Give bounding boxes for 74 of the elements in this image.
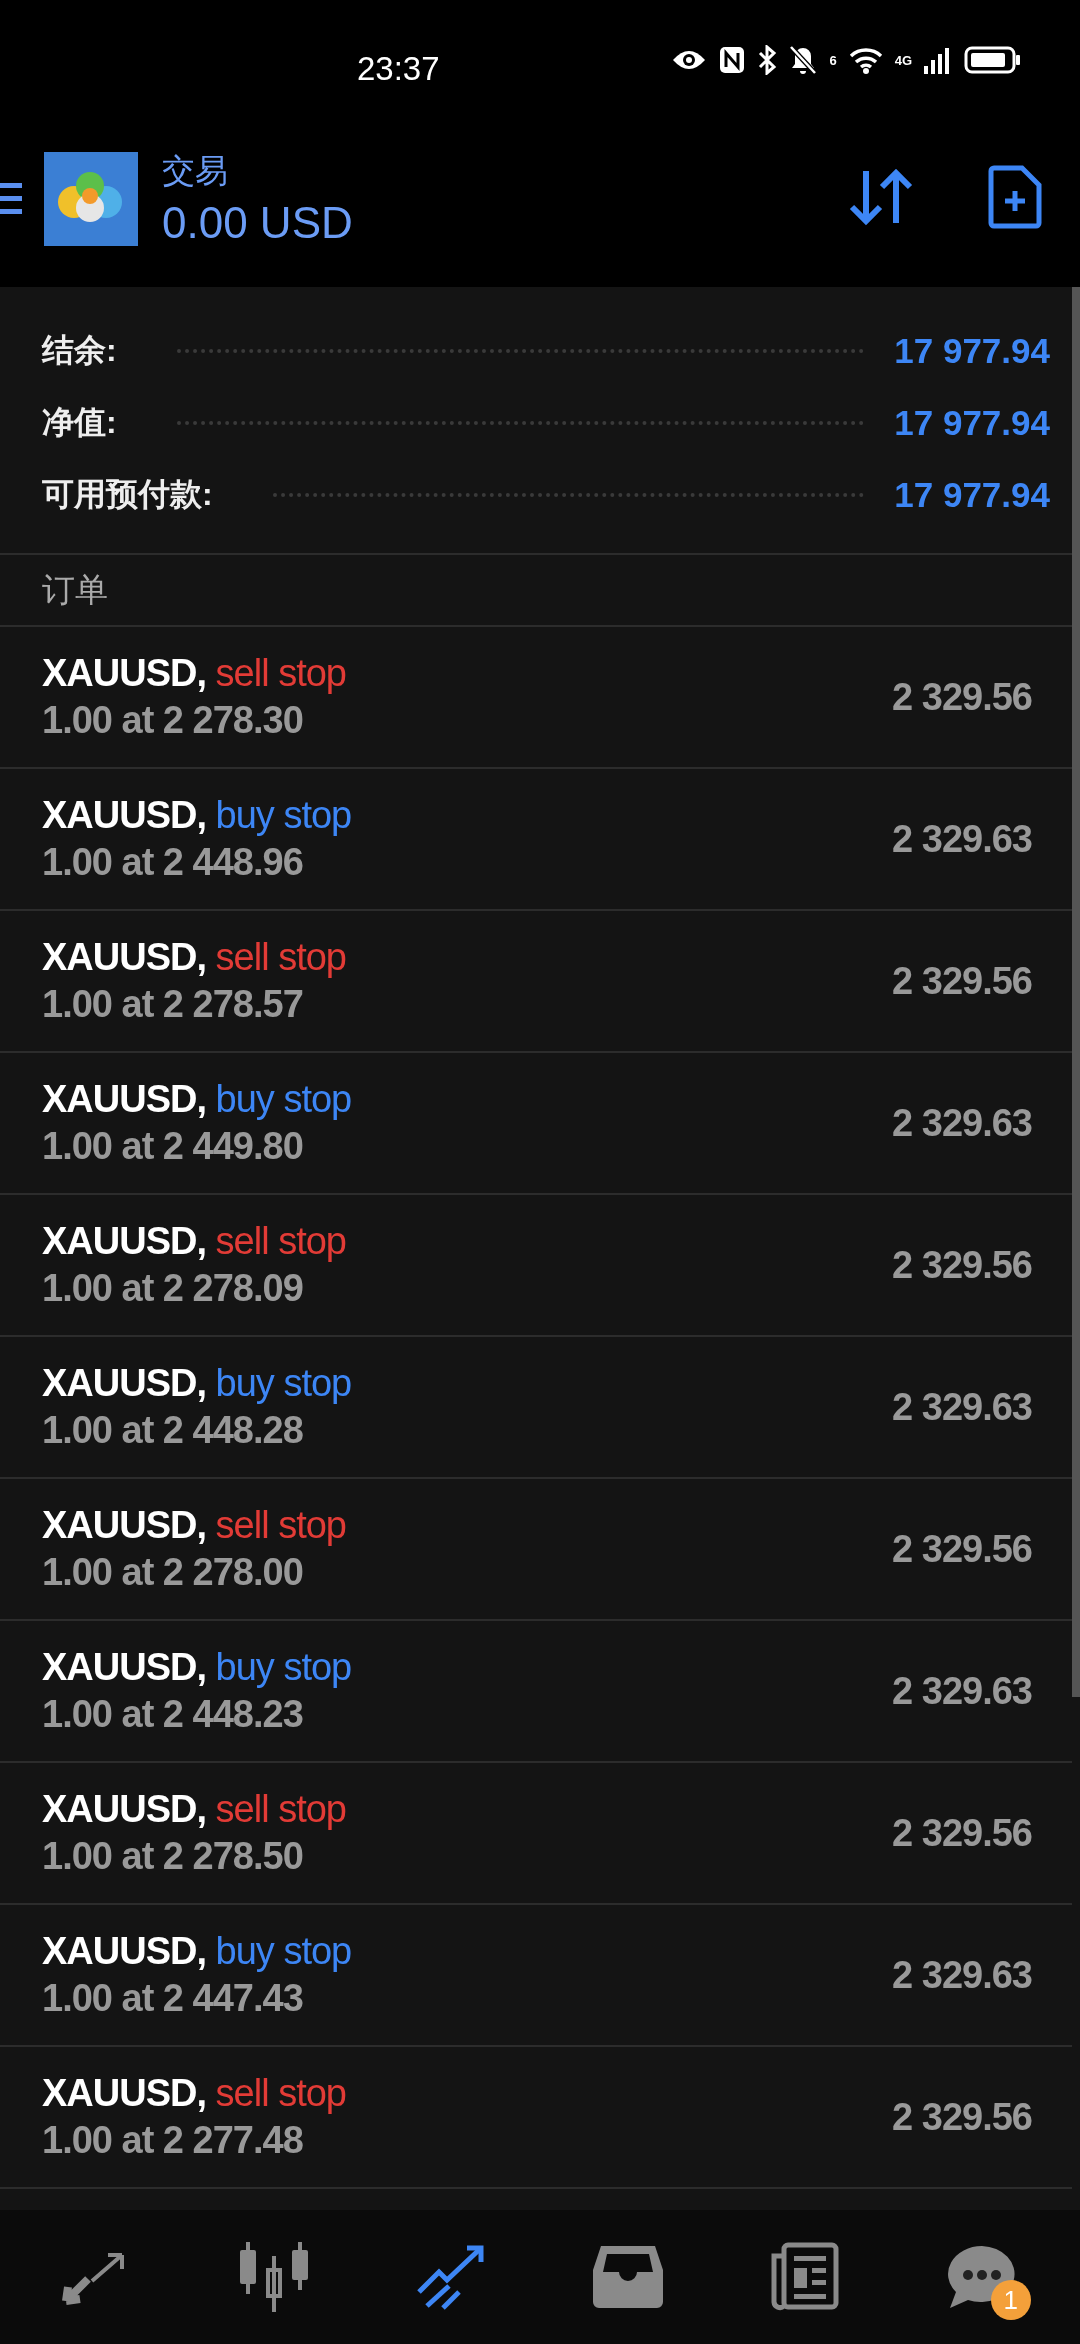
- order-type: sell stop: [215, 2072, 346, 2114]
- app-logo-icon: [44, 151, 138, 246]
- order-type: buy stop: [215, 1646, 352, 1688]
- order-symbol: XAUUSD,: [42, 1078, 207, 1120]
- order-price: 2 329.56: [892, 1243, 1032, 1287]
- order-detail: 1.00 at 2 448.23: [42, 1693, 304, 1736]
- order-price: 2 329.63: [892, 1669, 1032, 1713]
- order-type: buy stop: [215, 794, 352, 836]
- order-detail: 1.00 at 2 449.80: [42, 1125, 304, 1168]
- clock: 23:37: [357, 50, 440, 88]
- order-detail: 1.00 at 2 278.50: [42, 1835, 304, 1878]
- nfc-icon: [719, 46, 746, 74]
- account-balance: 0.00 USD: [162, 198, 353, 248]
- document-plus-icon: [988, 165, 1042, 229]
- order-type: sell stop: [215, 1220, 346, 1262]
- order-symbol: XAUUSD,: [42, 1220, 207, 1262]
- section-title: 订单: [42, 569, 108, 610]
- signal-icon: [924, 46, 952, 74]
- order-detail: 1.00 at 2 448.96: [42, 841, 304, 884]
- order-detail: 1.00 at 2 278.30: [42, 699, 304, 742]
- trend-lines-icon: [416, 2244, 487, 2310]
- order-type: buy stop: [215, 1078, 352, 1120]
- wifi-label: 6: [829, 52, 837, 68]
- order-price: 2 329.56: [892, 2095, 1032, 2139]
- order-price: 2 329.56: [892, 1527, 1032, 1571]
- order-price: 2 329.63: [892, 1385, 1032, 1429]
- order-detail: 1.00 at 2 278.57: [42, 983, 304, 1026]
- order-price: 2 329.63: [892, 817, 1032, 861]
- order-symbol: XAUUSD,: [42, 1930, 207, 1972]
- order-row[interactable]: XAUUSD, sell stop 1.00 at 2 278.50 2 329.56: [0, 1763, 1072, 1905]
- newspaper-icon: [769, 2242, 840, 2312]
- notification-badge: 1: [990, 2280, 1031, 2320]
- order-detail: 1.00 at 2 447.43: [42, 1977, 304, 2020]
- order-row[interactable]: XAUUSD, buy stop 1.00 at 2 448.23 2 329.63: [0, 1621, 1072, 1763]
- order-detail: 1.00 at 2 278.09: [42, 1267, 304, 1310]
- order-symbol: XAUUSD,: [42, 2072, 207, 2114]
- summary-label: 净值:: [42, 403, 117, 442]
- order-type: sell stop: [215, 1504, 346, 1546]
- summary-label: 可用预付款:: [42, 475, 213, 514]
- wifi-icon: [848, 46, 883, 74]
- order-detail: 1.00 at 2 277.48: [42, 2119, 304, 2162]
- order-type: sell stop: [215, 652, 346, 694]
- summary-value: 17 977.94: [894, 331, 1050, 371]
- order-row[interactable]: XAUUSD, buy stop 1.00 at 2 447.43 2 329.63: [0, 1905, 1072, 2047]
- sort-arrows-icon: [848, 167, 914, 227]
- order-detail: 1.00 at 2 448.28: [42, 1409, 304, 1452]
- order-type: sell stop: [215, 1788, 346, 1830]
- muted-bell-icon: [789, 45, 818, 75]
- order-type: sell stop: [215, 936, 346, 978]
- new-order-button[interactable]: [988, 165, 1042, 232]
- order-price: 2 329.63: [892, 1953, 1032, 1997]
- order-price: 2 329.56: [892, 1811, 1032, 1855]
- network-type: 4G: [894, 52, 912, 68]
- summary-value: 17 977.94: [894, 403, 1050, 443]
- inbox-tray-icon: [593, 2246, 664, 2308]
- summary-label: 结余:: [42, 331, 117, 370]
- order-symbol: XAUUSD,: [42, 794, 207, 836]
- summary-value: 17 977.94: [894, 475, 1050, 515]
- order-price: 2 329.63: [892, 1101, 1032, 1145]
- battery-icon: [964, 46, 1022, 74]
- order-type: buy stop: [215, 1362, 352, 1404]
- order-symbol: XAUUSD,: [42, 936, 207, 978]
- order-price: 2 329.56: [892, 959, 1032, 1003]
- order-detail: 1.00 at 2 278.00: [42, 1551, 304, 1594]
- order-symbol: XAUUSD,: [42, 1504, 207, 1546]
- bluetooth-icon: [757, 45, 778, 75]
- order-symbol: XAUUSD,: [42, 652, 207, 694]
- order-type: buy stop: [215, 1930, 352, 1972]
- order-symbol: XAUUSD,: [42, 1788, 207, 1830]
- order-row[interactable]: XAUUSD, sell stop 1.00 at 2 277.48 2 329.56: [0, 2047, 1072, 2189]
- order-symbol: XAUUSD,: [42, 1646, 207, 1688]
- screen-title: 交易: [162, 151, 229, 191]
- order-price: 2 329.56: [892, 675, 1032, 719]
- order-symbol: XAUUSD,: [42, 1362, 207, 1404]
